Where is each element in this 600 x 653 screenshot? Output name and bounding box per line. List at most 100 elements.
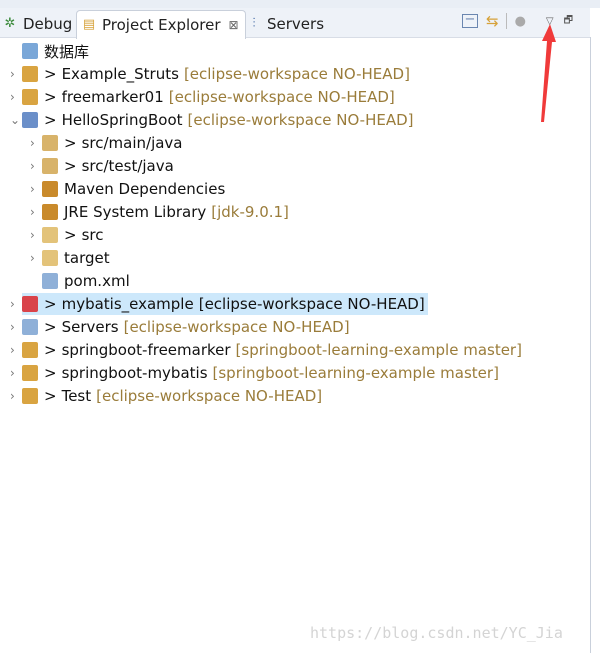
maximize-icon[interactable]: 🗗 bbox=[564, 13, 573, 30]
project-icon bbox=[22, 296, 38, 312]
tree-item[interactable]: pom.xml bbox=[42, 270, 130, 292]
dirty-marker: > bbox=[44, 318, 57, 336]
tree-item[interactable]: › > freemarker01 [eclipse-workspace NO-HEAD… bbox=[10, 86, 395, 108]
chevron-right-icon[interactable]: › bbox=[10, 67, 20, 81]
tree-item[interactable]: › target bbox=[30, 247, 110, 269]
tree-item[interactable]: › Maven Dependencies bbox=[30, 178, 226, 200]
chevron-right-icon[interactable]: › bbox=[10, 389, 20, 403]
project-icon bbox=[22, 89, 38, 105]
folder-icon bbox=[22, 43, 38, 59]
chevron-right-icon[interactable]: › bbox=[10, 297, 20, 311]
tree-item-label: springboot-mybatis bbox=[61, 364, 208, 382]
repo-decoration: [jdk-9.0.1] bbox=[211, 203, 289, 221]
tab-servers[interactable]: ⫶ Servers bbox=[246, 10, 324, 37]
chevron-right-icon[interactable]: › bbox=[30, 228, 40, 242]
tree-item[interactable]: › JRE System Library [jdk-9.0.1] bbox=[30, 201, 289, 223]
chevron-right-icon[interactable]: › bbox=[30, 159, 40, 173]
project-explorer-icon: ▤ bbox=[82, 17, 96, 32]
project-icon bbox=[42, 250, 58, 266]
tree-item[interactable]: › > src/main/java bbox=[30, 132, 183, 154]
collapse-all-icon[interactable]: − bbox=[462, 13, 478, 28]
tree-item[interactable]: › > Servers [eclipse-workspace NO-HEAD] bbox=[10, 316, 350, 338]
chevron-right-icon[interactable]: › bbox=[30, 251, 40, 265]
dirty-marker: > bbox=[44, 341, 57, 359]
chevron-right-icon[interactable]: › bbox=[30, 182, 40, 196]
tree-item-label: 数据库 bbox=[44, 42, 90, 61]
tree-item-label: Servers bbox=[61, 318, 119, 336]
tree-item-label: JRE System Library bbox=[64, 203, 207, 221]
tab-label: Project Explorer bbox=[102, 16, 221, 34]
project-explorer-tree: 数据库 › > Example_Struts [eclipse-workspace NO… bbox=[0, 37, 591, 653]
tree-item-label: target bbox=[64, 249, 110, 267]
project-icon bbox=[42, 204, 58, 220]
repo-decoration: [springboot-learning-example master] bbox=[212, 364, 499, 382]
dirty-marker: > bbox=[44, 295, 57, 313]
bug-icon: ✲ bbox=[4, 15, 16, 31]
tree-item-label: springboot-freemarker bbox=[61, 341, 231, 359]
tree-item[interactable]: › > Example_Struts [eclipse-workspace NO-HE… bbox=[10, 63, 410, 85]
tree-item-label: Example_Struts bbox=[61, 65, 179, 83]
repo-decoration: [eclipse-workspace NO-HEAD] bbox=[123, 318, 350, 336]
filter-icon[interactable]: ● bbox=[515, 14, 526, 29]
project-icon bbox=[22, 112, 38, 128]
repo-decoration: [eclipse-workspace NO-HEAD] bbox=[198, 295, 425, 313]
project-icon bbox=[42, 181, 58, 197]
tree-item-label: src bbox=[81, 226, 104, 244]
servers-icon: ⫶ bbox=[252, 15, 256, 31]
tree-item-label: src/main/java bbox=[81, 134, 183, 152]
chevron-right-icon[interactable]: › bbox=[10, 320, 20, 334]
annotation-arrow-icon bbox=[541, 24, 556, 122]
editor-edge bbox=[591, 37, 600, 653]
tree-item[interactable]: ⌄ > HelloSpringBoot [eclipse-workspace NO-H… bbox=[10, 109, 414, 131]
chevron-right-icon[interactable]: › bbox=[10, 90, 20, 104]
tree-item-label: mybatis_example bbox=[61, 295, 194, 313]
chevron-right-icon[interactable]: › bbox=[10, 366, 20, 380]
project-icon bbox=[22, 342, 38, 358]
top-strip bbox=[0, 0, 600, 8]
tree-item[interactable]: › > springboot-freemarker [springboot-learn… bbox=[10, 339, 522, 361]
chevron-down-icon[interactable]: ⌄ bbox=[10, 113, 20, 127]
tree-item[interactable]: › > springboot-mybatis [springboot-learning… bbox=[10, 362, 499, 384]
link-with-editor-icon[interactable]: ⇆ bbox=[486, 12, 499, 30]
tree-item[interactable]: 数据库 bbox=[22, 40, 89, 62]
repo-decoration: [eclipse-workspace NO-HEAD] bbox=[96, 387, 323, 405]
close-icon[interactable]: ⊠ bbox=[229, 18, 239, 32]
chevron-right-icon[interactable]: › bbox=[30, 205, 40, 219]
tab-project-explorer[interactable]: ▤ Project Explorer ⊠ bbox=[76, 10, 246, 39]
dirty-marker: > bbox=[44, 88, 57, 106]
tab-debug[interactable]: ✲ Debug bbox=[2, 10, 73, 37]
dirty-marker: > bbox=[44, 65, 57, 83]
tab-label: Debug bbox=[23, 14, 73, 33]
watermark: https://blog.csdn.net/YC_Jia bbox=[310, 624, 563, 642]
tree-item[interactable]: › > Test [eclipse-workspace NO-HEAD] bbox=[10, 385, 323, 407]
dirty-marker: > bbox=[44, 387, 57, 405]
dirty-marker: > bbox=[64, 226, 77, 244]
dirty-marker: > bbox=[64, 134, 77, 152]
tree-item-label: Test bbox=[61, 387, 92, 405]
project-icon bbox=[42, 273, 58, 289]
tree-item-label: HelloSpringBoot bbox=[61, 111, 183, 129]
dirty-marker: > bbox=[64, 157, 77, 175]
project-icon bbox=[22, 388, 38, 404]
tree-item[interactable]: › > src/test/java bbox=[30, 155, 174, 177]
project-icon bbox=[42, 158, 58, 174]
tab-label: Servers bbox=[267, 14, 325, 33]
tree-item-label: src/test/java bbox=[81, 157, 174, 175]
project-icon bbox=[42, 227, 58, 243]
repo-decoration: [eclipse-workspace NO-HEAD] bbox=[168, 88, 395, 106]
chevron-right-icon[interactable]: › bbox=[10, 343, 20, 357]
project-icon bbox=[22, 66, 38, 82]
tree-item-label: Maven Dependencies bbox=[64, 180, 226, 198]
tree-item[interactable]: › > mybatis_example [eclipse-workspace NO-H… bbox=[10, 293, 428, 315]
dirty-marker: > bbox=[44, 111, 57, 129]
tree-item[interactable]: › > src bbox=[30, 224, 104, 246]
dirty-marker: > bbox=[44, 364, 57, 382]
repo-decoration: [eclipse-workspace NO-HEAD] bbox=[183, 65, 410, 83]
separator bbox=[505, 13, 507, 29]
repo-decoration: [eclipse-workspace NO-HEAD] bbox=[187, 111, 414, 129]
repo-decoration: [springboot-learning-example master] bbox=[235, 341, 522, 359]
project-icon bbox=[42, 135, 58, 151]
chevron-right-icon[interactable]: › bbox=[30, 136, 40, 150]
project-icon bbox=[22, 365, 38, 381]
tree-item-label: pom.xml bbox=[64, 272, 130, 290]
